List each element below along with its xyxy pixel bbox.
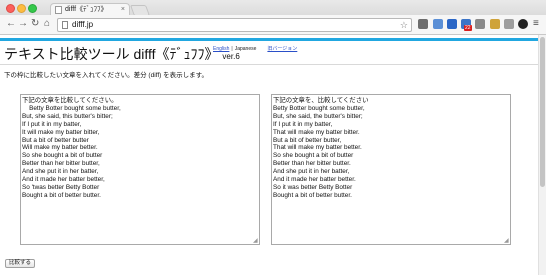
menu-icon[interactable]: ≡ bbox=[533, 18, 539, 30]
page-title-text: テキスト比較ツール difff《ﾃﾞｭﾌﾌ》 bbox=[4, 46, 219, 62]
minimize-window-button[interactable] bbox=[17, 4, 26, 13]
back-arrow-icon[interactable]: ← bbox=[6, 18, 16, 30]
original-text-area[interactable]: 下記の文章を比較してください。 Betty Botter bought some… bbox=[20, 94, 260, 245]
page-scrollbar[interactable] bbox=[538, 35, 546, 275]
home-icon[interactable]: ⌂ bbox=[44, 18, 50, 30]
compare-button[interactable]: 比較する bbox=[5, 259, 36, 268]
lang-separator: | bbox=[231, 46, 233, 52]
extension-icon[interactable] bbox=[475, 19, 485, 29]
url-text[interactable]: difff.jp bbox=[72, 19, 93, 31]
page-title: テキスト比較ツール difff《ﾃﾞｭﾌﾌ》 ver.6 bbox=[4, 45, 240, 66]
language-nav: English | Japanese 旧バージョン bbox=[213, 46, 297, 53]
revised-text-area[interactable]: 下記の文章を、比較してください Betty Botter bought some… bbox=[271, 94, 511, 245]
extension-icon[interactable] bbox=[418, 19, 428, 29]
page-favicon-icon bbox=[55, 6, 62, 14]
instruction-text: 下の枠に比較したい文章を入れてください。差分 (diff) を表示します。 bbox=[4, 72, 208, 79]
bookmark-star-icon[interactable]: ☆ bbox=[400, 19, 408, 31]
browser-tabstrip: difff《ﾃﾞｭﾌﾌ》 × bbox=[0, 0, 546, 16]
extension-icon[interactable] bbox=[490, 19, 500, 29]
resize-grip-icon[interactable]: ◢ bbox=[504, 238, 510, 244]
tab-title: difff《ﾃﾞｭﾌﾌ》 bbox=[65, 6, 108, 13]
browser-toolbar: ← → ↻ ⌂ difff.jp ☆ 22 ≡ bbox=[0, 15, 546, 35]
extension-icon[interactable] bbox=[518, 19, 528, 29]
browser-tab[interactable]: difff《ﾃﾞｭﾌﾌ》 × bbox=[50, 3, 130, 15]
forward-arrow-icon[interactable]: → bbox=[18, 18, 28, 30]
extension-badge: 22 bbox=[464, 25, 472, 31]
resize-grip-icon[interactable]: ◢ bbox=[253, 238, 259, 244]
extension-icon[interactable] bbox=[504, 19, 514, 29]
close-window-button[interactable] bbox=[6, 4, 15, 13]
header-divider bbox=[0, 64, 538, 65]
version-label: ver.6 bbox=[222, 52, 240, 61]
address-bar[interactable]: difff.jp ☆ bbox=[57, 18, 412, 32]
japanese-label: Japanese bbox=[234, 46, 257, 52]
zoom-window-button[interactable] bbox=[28, 4, 37, 13]
page-viewport: テキスト比較ツール difff《ﾃﾞｭﾌﾌ》 ver.6 English | Jap… bbox=[0, 35, 538, 275]
accent-bar bbox=[0, 38, 538, 41]
extension-icon[interactable] bbox=[447, 19, 457, 29]
old-version-link[interactable]: 旧バージョン bbox=[267, 46, 297, 52]
reload-icon[interactable]: ↻ bbox=[31, 18, 39, 30]
page-icon bbox=[62, 21, 68, 29]
extension-icon[interactable] bbox=[433, 19, 443, 29]
scrollbar-thumb[interactable] bbox=[540, 37, 545, 187]
english-link[interactable]: English bbox=[213, 46, 229, 52]
